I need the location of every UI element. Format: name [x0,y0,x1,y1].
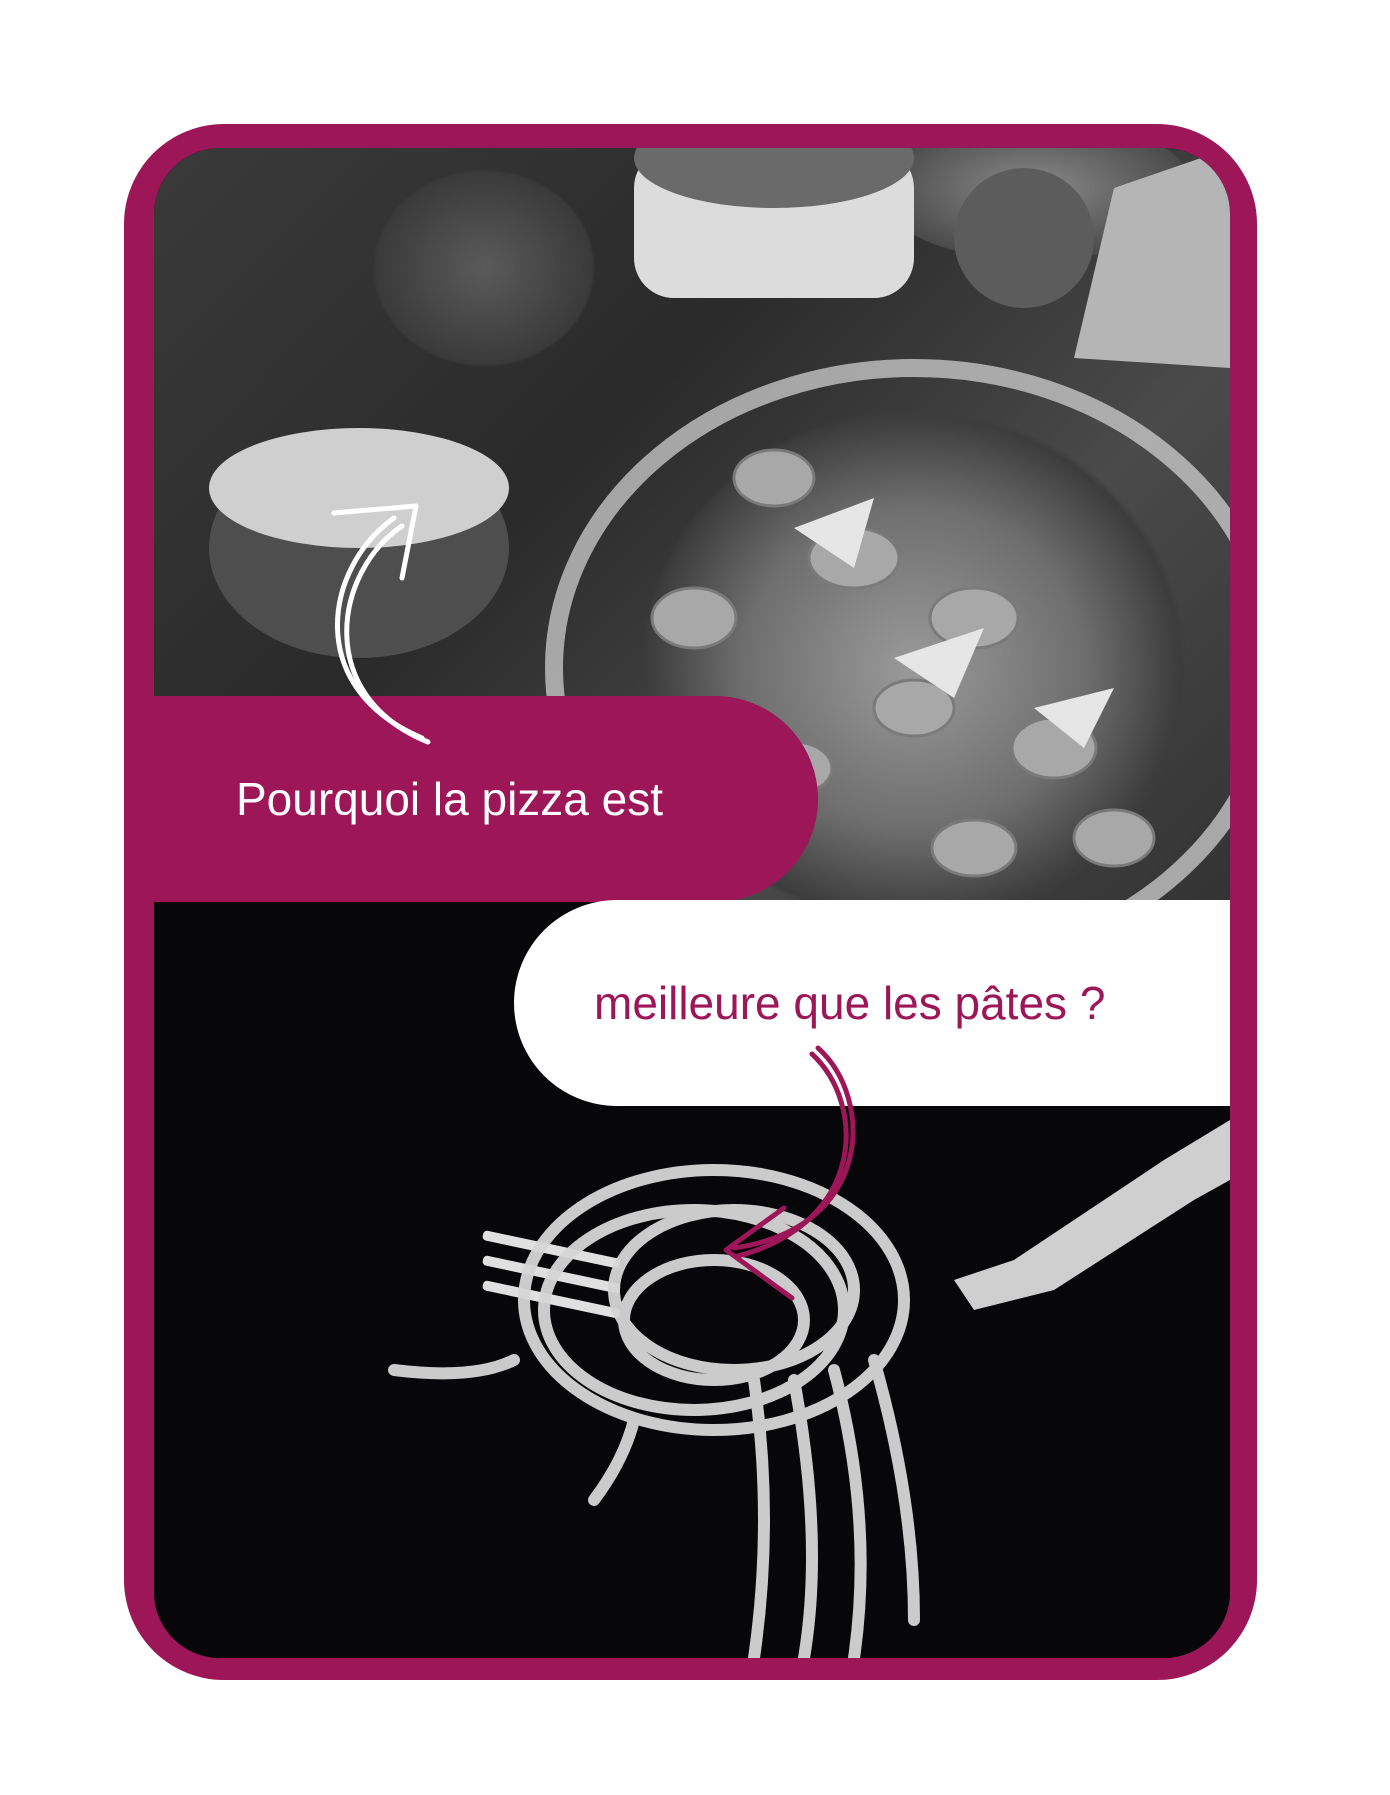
card: Pourquoi la pizza est meilleure que les … [154,148,1230,1658]
curved-arrow-down-icon [723,1045,856,1301]
curved-arrow-up-icon [331,503,431,745]
